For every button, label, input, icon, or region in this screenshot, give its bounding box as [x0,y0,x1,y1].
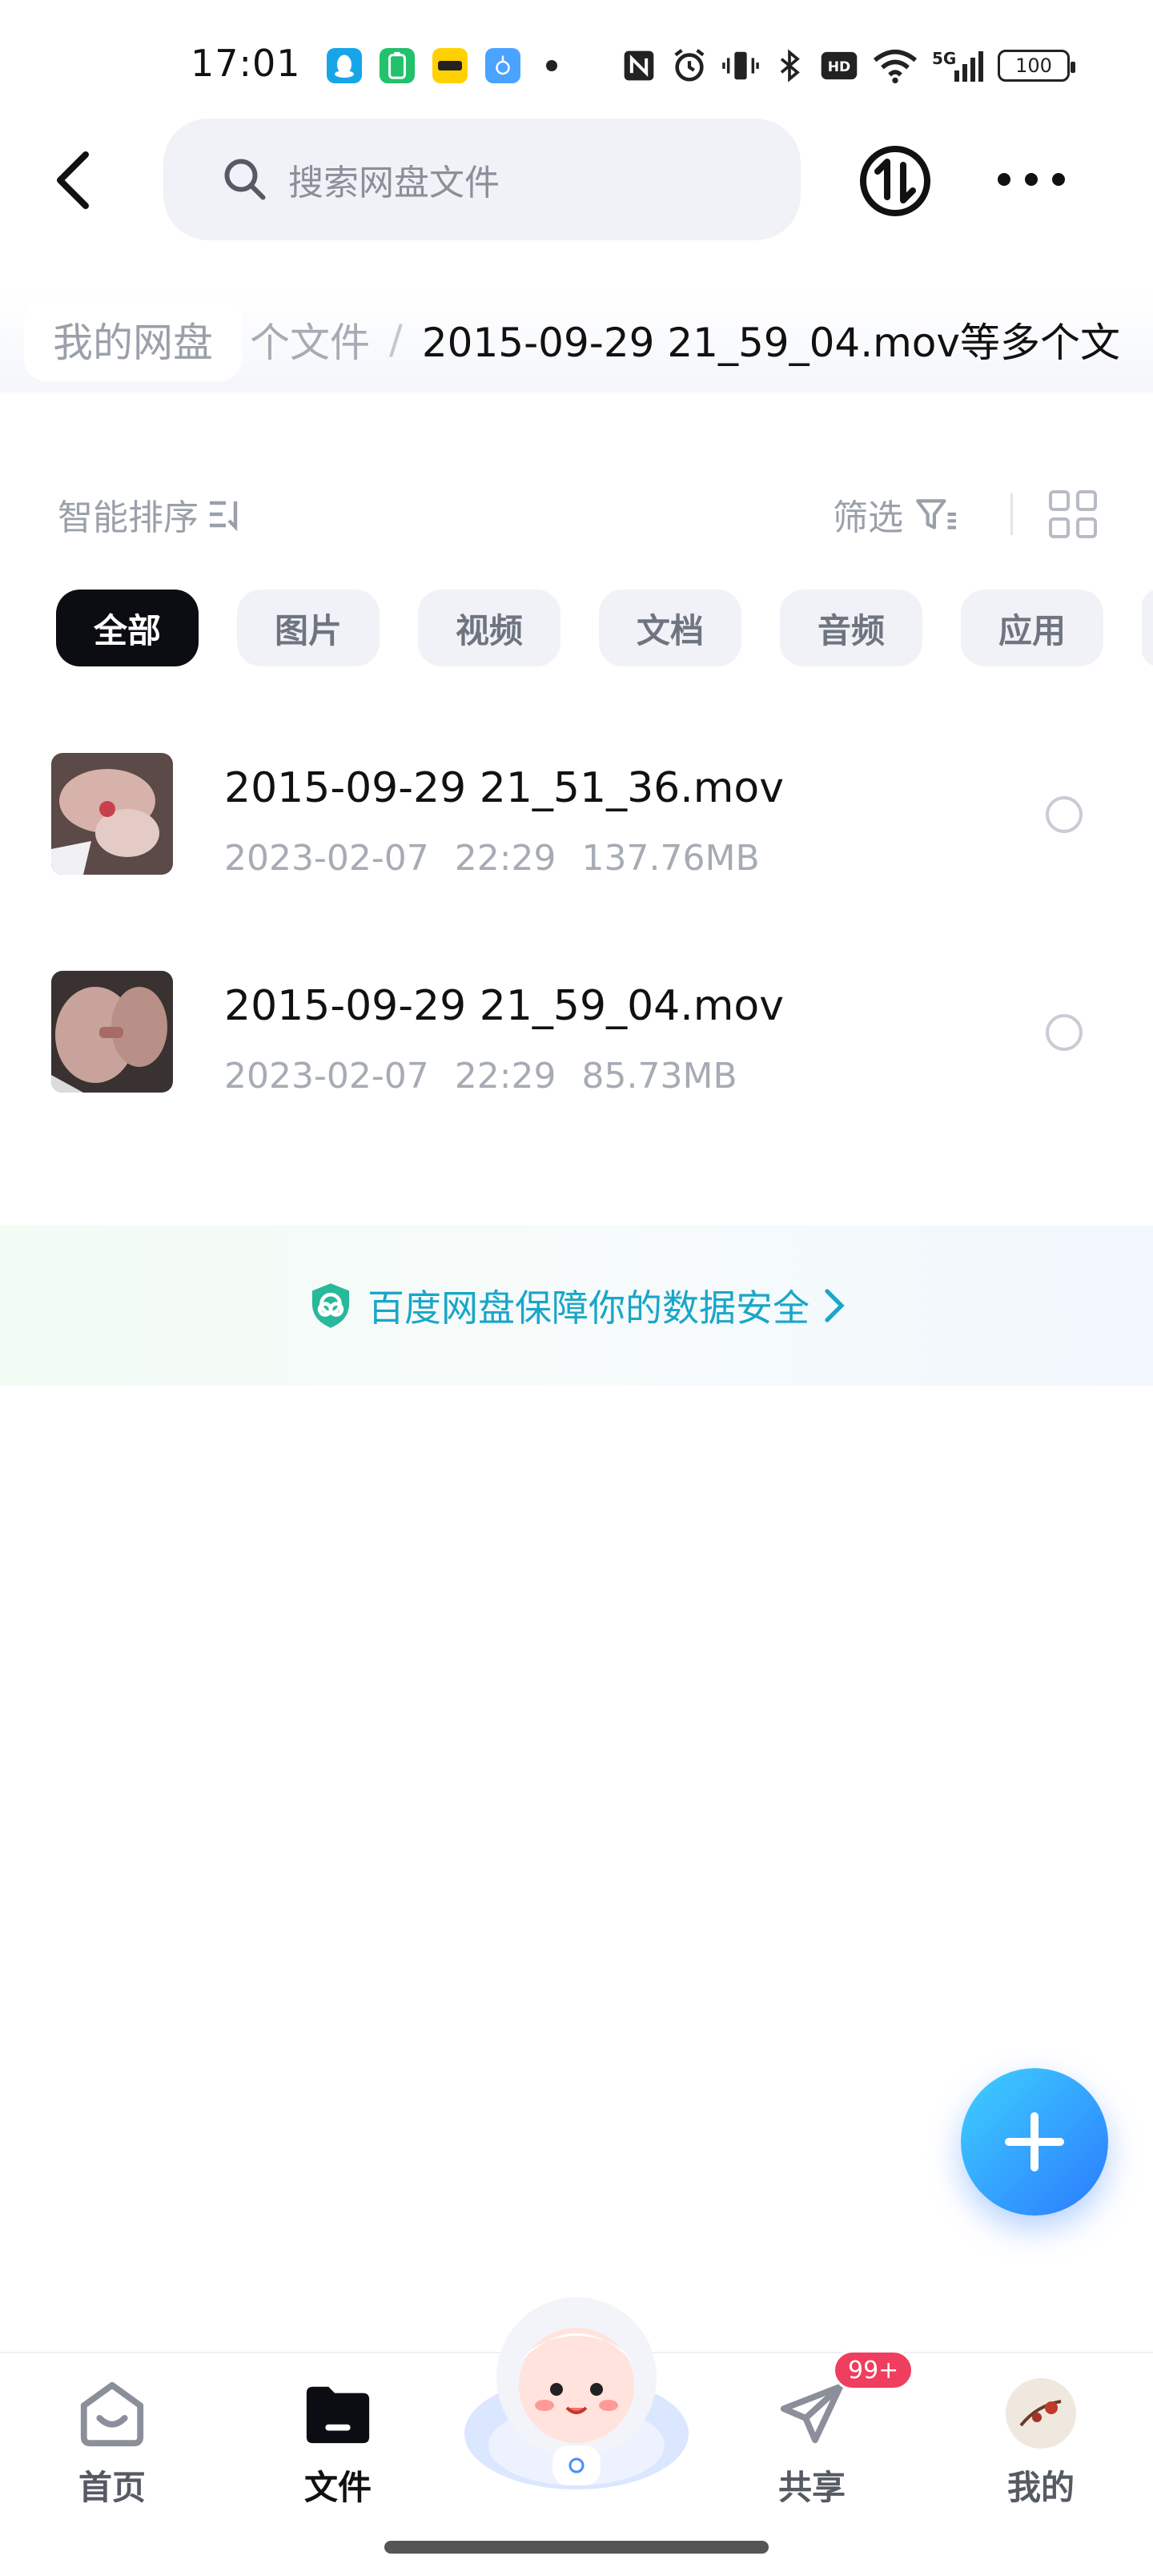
home-indicator[interactable] [384,2541,769,2554]
dot-icon [998,173,1010,186]
transfer-icon [860,146,930,216]
more-notifications-dot [546,60,557,71]
breadcrumb-current: 2015-09-29 21_59_04.mov等多个文 [421,320,1120,366]
video-thumbnail [51,971,173,1093]
transfer-list-button[interactable] [857,143,934,219]
chevron-right-icon [825,1289,845,1322]
share-badge: 99+ [833,2350,914,2390]
tab-audio[interactable]: 音频 [780,590,922,666]
grid-view-button[interactable] [1049,490,1097,538]
security-text: 百度网盘保障你的数据安全 [368,1286,810,1330]
breadcrumb-middle[interactable]: 个文件 [250,311,370,368]
tab-overflow[interactable] [1142,590,1153,666]
dot-icon [1052,173,1065,186]
nav-mine[interactable]: 我的 [969,2377,1113,2522]
status-time: 17:01 [191,42,301,85]
meituan-icon [432,48,468,83]
tab-documents[interactable]: 文档 [599,590,741,666]
folder-icon [306,2386,370,2444]
tab-videos[interactable]: 视频 [418,590,560,666]
mascot-icon [464,2297,689,2489]
security-banner[interactable]: 百度网盘保障你的数据安全 [0,1226,1153,1386]
file-list: 2015-09-29 21_51_36.mov 2023-02-07 22:29 1… [0,713,1153,1149]
screen: { "status_bar": { "time": "17:01", "batt… [0,0,1153,2576]
avatar [1006,2378,1076,2449]
nfc-icon [624,50,654,81]
add-button[interactable] [961,2068,1108,2216]
nav-mine-label: 我的 [1006,2468,1075,2507]
nav-home[interactable]: 首页 [40,2377,184,2522]
back-button[interactable] [38,144,110,216]
send-icon [780,2383,844,2444]
battery-level: 100 [1015,54,1052,77]
search-placeholder: 搜索网盘文件 [288,163,500,203]
tab-images[interactable]: 图片 [237,590,380,666]
qq-icon [327,48,362,83]
filter-button[interactable]: 筛选 [833,489,958,540]
video-thumbnail [51,753,173,875]
nav-share[interactable]: 共享 [740,2377,884,2522]
file-name: 2015-09-29 21_51_36.mov [224,764,785,812]
svg-text:HD: HD [828,59,851,75]
search-input[interactable]: 搜索网盘文件 [163,119,801,240]
status-bar: 17:01 HD 5G 100 [0,0,1153,120]
search-icon [224,159,266,200]
nav-files[interactable]: 文件 [266,2377,410,2522]
tab-all[interactable]: 全部 [56,590,199,666]
grid-cell-icon [1049,490,1070,511]
file-size: 85.73MB [581,1056,737,1097]
battery-app-icon [380,48,415,83]
file-date: 2023-02-07 [224,838,429,879]
breadcrumb-separator: / [389,316,403,363]
wifi-icon [873,50,918,84]
breadcrumb-area: 我的网盘 个文件 / 2015-09-29 21_59_04.mov等多个文 [0,288,1153,392]
weather-app-icon [485,48,520,83]
home-icon [80,2381,144,2447]
nav-home-label: 首页 [78,2468,146,2507]
system-status-icons: HD 5G 100 [621,42,1075,90]
grid-cell-icon [1076,517,1097,538]
battery-indicator: 100 [998,50,1075,82]
toolbar-divider [1010,493,1013,535]
more-options-button[interactable] [998,157,1065,202]
svg-text:5G: 5G [932,49,956,68]
shield-icon [311,1283,350,1328]
breadcrumb: 我的网盘 个文件 / 2015-09-29 21_59_04.mov等多个文 [24,298,1120,381]
sort-icon [210,501,238,532]
hd-icon: HD [821,51,858,80]
file-meta: 2023-02-07 22:29 85.73MB [224,1056,763,1097]
breadcrumb-root[interactable]: 我的网盘 [24,298,242,381]
bluetooth-icon [780,49,800,83]
plus-icon [1005,2112,1064,2171]
select-checkbox[interactable] [1046,1014,1083,1051]
grid-cell-icon [1049,517,1070,538]
file-time: 22:29 [454,838,556,879]
notification-icons [327,42,565,90]
file-row[interactable]: 2015-09-29 21_59_04.mov 2023-02-07 22:29 8… [0,931,1153,1149]
file-size: 137.76MB [581,838,760,879]
nav-share-label: 共享 [777,2468,846,2507]
file-date: 2023-02-07 [224,1056,429,1097]
sort-button[interactable]: 智能排序 [58,489,245,540]
signal-5g-icon: 5G [932,49,983,82]
category-tabs: 全部 图片 视频 文档 音频 应用 [56,590,1153,666]
mascot-button[interactable] [456,2273,697,2514]
sort-label: 智能排序 [58,497,199,538]
file-name: 2015-09-29 21_59_04.mov [224,982,785,1030]
filter-icon [916,499,956,529]
chevron-left-icon [57,151,89,209]
vibrate-icon [722,51,759,80]
select-checkbox[interactable] [1046,796,1083,833]
file-row[interactable]: 2015-09-29 21_51_36.mov 2023-02-07 22:29 1… [0,713,1153,931]
file-time: 22:29 [454,1056,556,1097]
tab-apps[interactable]: 应用 [961,590,1103,666]
file-meta: 2023-02-07 22:29 137.76MB [224,838,785,879]
dot-icon [1025,173,1038,186]
alarm-icon [674,49,705,82]
nav-files-label: 文件 [303,2468,372,2507]
filter-label: 筛选 [833,497,903,538]
grid-cell-icon [1076,490,1097,511]
